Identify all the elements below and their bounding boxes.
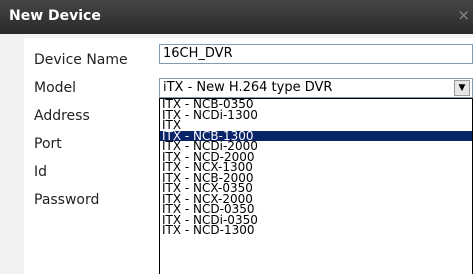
title-bar: New Device × [0, 0, 473, 34]
new-device-dialog: New Device × Device Name 16CH_DVR Model … [0, 0, 473, 274]
model-selected-value: iTX - New H.264 type DVR [163, 80, 333, 95]
device-name-input[interactable]: 16CH_DVR [159, 44, 473, 64]
dropdown-option[interactable]: ITX - NCDi-1300 [160, 109, 472, 120]
password-label: Password [34, 192, 100, 208]
id-label: Id [34, 164, 48, 180]
model-label: Model [34, 80, 77, 96]
dropdown-option[interactable]: ITX - NCD-1300 [160, 224, 472, 235]
device-name-label: Device Name [34, 52, 128, 68]
chevron-down-icon[interactable]: ▼ [454, 80, 470, 96]
model-select[interactable]: iTX - New H.264 type DVR ▼ [159, 78, 473, 98]
dialog-title: New Device [9, 8, 101, 24]
port-label: Port [34, 136, 62, 152]
model-dropdown-list[interactable]: ITX - NCB-0350 ITX - NCDi-1300 ITX ITX - NC… [159, 98, 473, 274]
close-icon[interactable]: × [457, 6, 470, 24]
address-label: Address [34, 108, 90, 124]
